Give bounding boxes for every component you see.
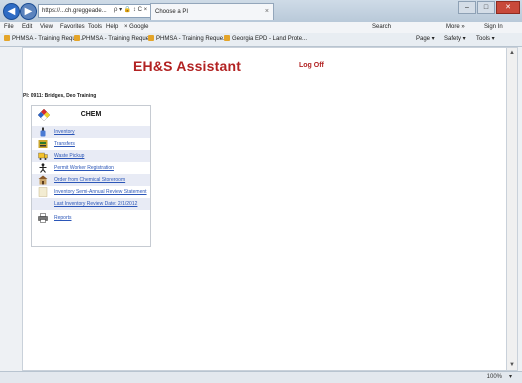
list-item[interactable]: Order from Chemical Storeroom: [32, 174, 150, 186]
person-icon: [39, 163, 47, 173]
vertical-scrollbar[interactable]: ▲ ▼: [506, 47, 518, 371]
maximize-button[interactable]: □: [477, 1, 495, 14]
more-toolbar-button[interactable]: More »: [446, 22, 465, 33]
favorite-link[interactable]: Georgia EPD - Land Prote...: [224, 33, 307, 46]
page-viewport: EH&S Assistant Log Off PI: 0911: Bridges…: [22, 47, 508, 371]
google-label: Google: [129, 24, 149, 30]
tools-menu[interactable]: Tools ▾: [476, 33, 495, 46]
page-menu[interactable]: Page ▾: [416, 33, 435, 46]
menu-edit[interactable]: Edit: [22, 22, 32, 33]
tab-label: Choose a PI: [155, 9, 189, 15]
favorites-star-icon: [4, 35, 10, 42]
semi-annual-review-link[interactable]: Inventory Semi-Annual Review Statement: [54, 186, 147, 198]
tab-close-icon[interactable]: ×: [265, 4, 269, 20]
favorite-link[interactable]: PHMSA - Training Reque...: [148, 33, 228, 46]
menu-favorites[interactable]: Favorites: [60, 22, 85, 33]
document-icon: [38, 187, 48, 197]
menu-view[interactable]: View: [40, 22, 53, 33]
panel-title: CHEM: [80, 111, 102, 118]
list-item[interactable]: Inventory: [32, 126, 150, 138]
list-item[interactable]: Reports: [32, 210, 150, 226]
zoom-level[interactable]: 100%: [487, 372, 502, 383]
list-item[interactable]: Inventory Semi-Annual Review Statement: [32, 186, 150, 198]
app-title: EH&S Assistant: [133, 58, 242, 74]
scroll-up-icon[interactable]: ▲: [507, 48, 517, 58]
favorite-link[interactable]: PHMSA - Training Reque...: [4, 33, 84, 46]
user-line: PI: 0911: Bridges, Deo Training: [23, 93, 97, 99]
safety-menu[interactable]: Safety ▾: [444, 33, 466, 46]
reports-link[interactable]: Reports: [54, 210, 72, 226]
page-icon: [224, 35, 230, 42]
transfers-link[interactable]: Transfers: [54, 138, 75, 150]
window-controls: – □ ✕: [457, 1, 520, 14]
printer-icon: [38, 213, 48, 223]
google-toolbar-label[interactable]: × Google: [124, 22, 149, 33]
close-button[interactable]: ✕: [496, 1, 520, 14]
menu-file[interactable]: File: [4, 22, 14, 33]
back-button[interactable]: ◀: [3, 3, 20, 20]
last-review-date-link[interactable]: Last Inventory Review Date: 2/1/2012: [54, 198, 137, 210]
page-icon: [74, 35, 80, 42]
search-toolbar-button[interactable]: Search: [372, 22, 391, 33]
browser-title-bar: ◀ ▶ https://...ch.greggeade... ρ ▾ 🔒 ↕ C…: [0, 0, 522, 23]
chem-menu-list: Inventory Transfers Waste Pickup Permit …: [32, 126, 150, 226]
logoff-link[interactable]: Log Off: [299, 62, 324, 69]
menu-bar: File Edit View Favorites Tools Help × Go…: [0, 22, 522, 33]
favorites-bar: PHMSA - Training Reque... PHMSA - Traini…: [0, 33, 522, 47]
inventory-link[interactable]: Inventory: [54, 126, 75, 138]
forward-button[interactable]: ▶: [20, 3, 37, 20]
list-item[interactable]: Waste Pickup: [32, 150, 150, 162]
sign-in-button[interactable]: Sign In: [484, 22, 503, 33]
list-item[interactable]: Permit Worker Registration: [32, 162, 150, 174]
address-controls[interactable]: ρ ▾ 🔒 ↕ C ×: [114, 4, 147, 16]
browser-window: ◀ ▶ https://...ch.greggeade... ρ ▾ 🔒 ↕ C…: [0, 0, 522, 383]
waste-pickup-link[interactable]: Waste Pickup: [54, 150, 84, 162]
zoom-dropdown-icon[interactable]: ▾: [509, 372, 512, 383]
store-icon: [38, 175, 48, 185]
truck-icon: [38, 152, 48, 160]
panel-header: CHEM: [32, 106, 150, 124]
tab-choose-pi[interactable]: Choose a PI ×: [150, 3, 274, 20]
list-item[interactable]: Last Inventory Review Date: 2/1/2012: [32, 198, 150, 210]
transfer-icon: [38, 140, 48, 148]
list-item[interactable]: Transfers: [32, 138, 150, 150]
favorite-link[interactable]: PHMSA - Training Reque...: [74, 33, 154, 46]
minimize-button[interactable]: –: [458, 1, 476, 14]
page-icon: [148, 35, 154, 42]
status-bar: 100% ▾: [0, 371, 522, 383]
chem-panel: CHEM Inventory Transfers Waste Pickup Pe…: [31, 105, 151, 247]
bottle-icon: [40, 127, 46, 137]
permit-worker-registration-link[interactable]: Permit Worker Registration: [54, 162, 114, 174]
order-storeroom-link[interactable]: Order from Chemical Storeroom: [54, 174, 125, 186]
menu-help[interactable]: Help: [106, 22, 118, 33]
menu-tools[interactable]: Tools: [88, 22, 102, 33]
scroll-down-icon[interactable]: ▼: [507, 360, 517, 370]
